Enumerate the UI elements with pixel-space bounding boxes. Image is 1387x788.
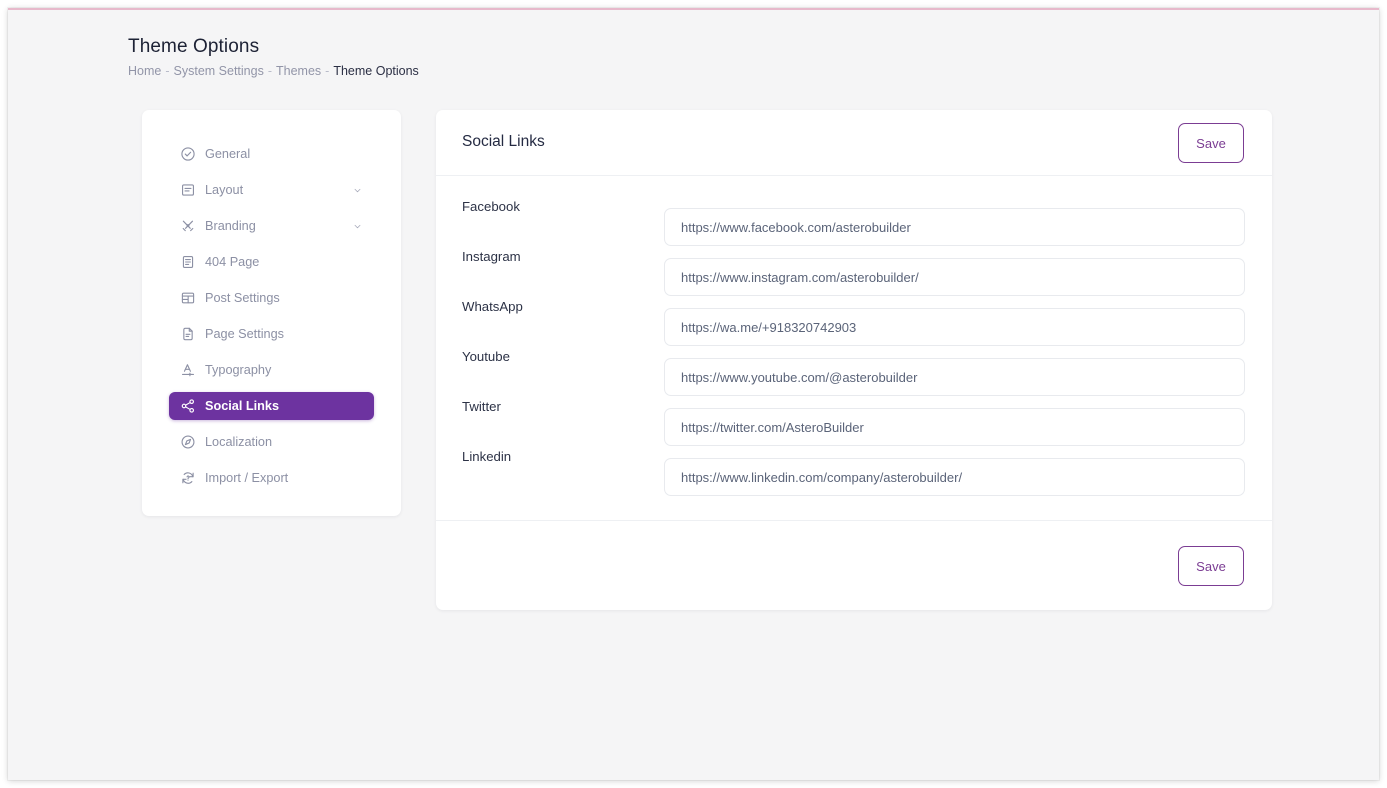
panel-footer: Save — [436, 520, 1272, 610]
branding-icon — [179, 218, 196, 235]
share-nodes-icon — [179, 398, 196, 415]
sidebar-item-label: Typography — [205, 362, 272, 377]
social-links-panel: Social Links Save Facebook Instagram Whats… — [436, 110, 1272, 610]
label-whatsapp: WhatsApp — [462, 299, 523, 314]
sidebar-item-label: General — [205, 146, 251, 161]
facebook-url-input[interactable] — [664, 208, 1245, 246]
sidebar-item-branding[interactable]: Branding — [169, 212, 374, 240]
sidebar-item-page-settings[interactable]: Page Settings — [169, 320, 374, 348]
sidebar-item-post-settings[interactable]: Post Settings — [169, 284, 374, 312]
chevron-down-icon[interactable] — [352, 185, 363, 196]
sidebar-item-label: 404 Page — [205, 254, 260, 269]
form-row-facebook: Facebook — [436, 195, 1272, 246]
breadcrumb-separator: - — [267, 64, 273, 78]
instagram-url-input[interactable] — [664, 258, 1245, 296]
breadcrumb-item-system-settings[interactable]: System Settings — [174, 64, 264, 78]
typography-icon — [179, 362, 196, 379]
form-row-twitter: Twitter — [436, 395, 1272, 446]
sidebar-item-label: Post Settings — [205, 290, 280, 305]
label-twitter: Twitter — [462, 399, 501, 414]
breadcrumb-item-theme-options: Theme Options — [333, 64, 419, 78]
panel-header: Social Links Save — [436, 110, 1272, 176]
breadcrumb-separator: - — [325, 64, 330, 78]
page-title: Theme Options — [128, 36, 260, 57]
breadcrumb-item-themes[interactable]: Themes — [276, 64, 321, 78]
chevron-down-icon[interactable] — [352, 221, 363, 232]
table-layout-icon — [179, 290, 196, 307]
sidebar-item-typography[interactable]: Typography — [169, 356, 374, 384]
sidebar-item-label: Layout — [205, 182, 244, 197]
social-links-form: Facebook Instagram WhatsApp Youtube Twitter L… — [436, 176, 1272, 496]
form-row-youtube: Youtube — [436, 345, 1272, 396]
whatsapp-url-input[interactable] — [664, 308, 1245, 346]
sidebar-item-general[interactable]: General — [169, 140, 374, 168]
refresh-help-icon — [179, 470, 196, 487]
sidebar-item-layout[interactable]: Layout — [169, 176, 374, 204]
twitter-url-input[interactable] — [664, 408, 1245, 446]
settings-sidebar-card: General Layout Branding 404 Page Post Settin… — [142, 110, 401, 516]
sidebar-item-localization[interactable]: Localization — [169, 428, 374, 456]
label-linkedin: Linkedin — [462, 449, 512, 464]
label-youtube: Youtube — [462, 349, 510, 364]
form-row-instagram: Instagram — [436, 245, 1272, 296]
sidebar-item-label: Branding — [205, 218, 256, 233]
file-doc-icon — [179, 326, 196, 343]
sidebar-item-social-links[interactable]: Social Links — [169, 392, 374, 420]
sidebar-item-label: Import / Export — [205, 470, 289, 485]
check-circle-icon — [179, 146, 196, 163]
sidebar-item-label: Page Settings — [205, 326, 284, 341]
sidebar-item-label: Localization — [205, 434, 273, 449]
sidebar-item-label: Social Links — [205, 398, 280, 413]
breadcrumb-item-home[interactable]: Home — [128, 64, 161, 78]
save-button-bottom[interactable]: Save — [1178, 546, 1244, 586]
linkedin-url-input[interactable] — [664, 458, 1245, 496]
form-row-linkedin: Linkedin — [436, 445, 1272, 496]
file-lines-icon — [179, 254, 196, 271]
compass-icon — [179, 434, 196, 451]
layout-icon — [179, 182, 196, 199]
sidebar-item-import-export[interactable]: Import / Export — [169, 464, 374, 492]
breadcrumb: Home - System Settings - Themes - Theme Option… — [128, 63, 419, 79]
youtube-url-input[interactable] — [664, 358, 1245, 396]
save-button-top[interactable]: Save — [1178, 123, 1244, 163]
page-header: Theme Options Home - System Settings - Theme… — [128, 35, 419, 79]
label-instagram: Instagram — [462, 249, 521, 264]
panel-title: Social Links — [462, 133, 545, 150]
breadcrumb-separator: - — [165, 64, 170, 78]
app-window: Theme Options Home - System Settings - Theme… — [8, 8, 1379, 780]
label-facebook: Facebook — [462, 199, 520, 214]
settings-nav: General Layout Branding 404 Page Post Settin… — [169, 140, 374, 500]
sidebar-item-404-page[interactable]: 404 Page — [169, 248, 374, 276]
form-row-whatsapp: WhatsApp — [436, 295, 1272, 346]
